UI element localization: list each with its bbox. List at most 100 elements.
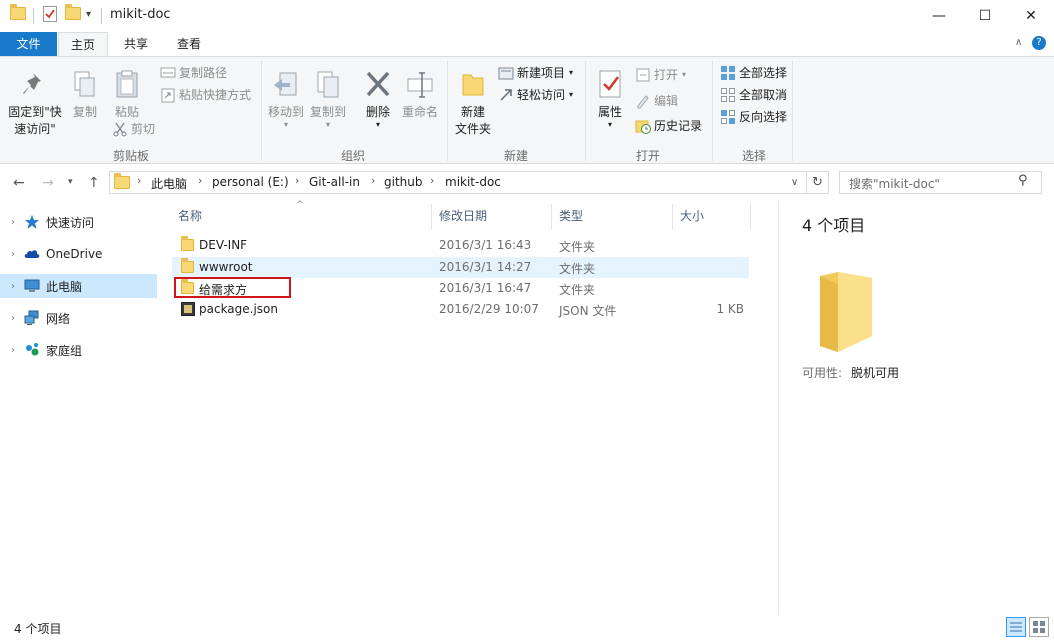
refresh-icon[interactable]: ↻ (807, 171, 829, 194)
file-type: 文件夹 (559, 240, 596, 254)
expand-chevron-icon[interactable]: › (4, 313, 22, 324)
large-icons-view-icon[interactable] (1029, 617, 1049, 637)
new-item-button[interactable]: 新建项目 ▾ (498, 63, 573, 83)
details-view-icon[interactable] (1006, 617, 1026, 637)
file-modified: 2016/3/1 14:27 (439, 260, 532, 274)
copy-path-icon (160, 65, 176, 81)
search-placeholder: 搜索"mikit-doc" (849, 177, 940, 191)
file-row-package-json[interactable]: package.json 2016/2/29 10:07 JSON 文件 1 K… (172, 299, 749, 320)
properties-button[interactable]: 属性 ▾ (592, 69, 628, 129)
file-modified: 2016/3/1 16:43 (439, 238, 532, 252)
organize-group-label: 组织 (340, 149, 365, 163)
scissors-icon (112, 121, 128, 137)
copy-button[interactable]: 复制 (68, 69, 102, 121)
address-bar[interactable]: › 此电脑 › personal (E:) › Git-all-in › git… (109, 171, 807, 194)
file-type: 文件夹 (559, 283, 596, 297)
pin-label-1: 固定到"快 (8, 105, 62, 119)
search-input[interactable]: 搜索"mikit-doc" ⚲ (839, 171, 1042, 194)
column-header-size[interactable]: 大小 (673, 204, 751, 230)
search-icon[interactable]: ⚲ (1018, 173, 1028, 188)
sidebar-item-quick-access[interactable]: › 快速访问 (0, 210, 157, 234)
tab-home[interactable]: 主页 (58, 32, 109, 57)
recent-locations-icon[interactable]: ▾ (68, 177, 73, 187)
column-header-name[interactable]: 名称 (171, 204, 432, 230)
sidebar-item-this-pc[interactable]: › 此电脑 (0, 274, 157, 298)
sidebar-item-homegroup[interactable]: › 家庭组 (0, 338, 157, 362)
new-folder-label-2: 文件夹 (454, 122, 491, 136)
window-title: mikit-doc (110, 7, 171, 22)
sidebar-item-label: 网络 (46, 311, 71, 326)
expand-chevron-icon[interactable]: › (4, 249, 22, 260)
computer-icon (24, 278, 40, 294)
back-arrow-icon[interactable]: ← (13, 175, 25, 191)
breadcrumb-github[interactable]: github (384, 175, 422, 189)
new-folder-quick-icon[interactable] (65, 4, 81, 23)
expand-chevron-icon[interactable]: › (4, 345, 22, 356)
tab-share[interactable]: 共享 (112, 32, 160, 56)
up-arrow-icon[interactable]: ↑ (88, 175, 100, 191)
tab-file[interactable]: 文件 (0, 32, 57, 56)
new-folder-label-1: 新建 (460, 105, 485, 119)
invert-selection-label: 反向选择 (739, 110, 788, 124)
paste-button[interactable]: 粘贴 (110, 69, 144, 121)
select-all-button[interactable]: 全部选择 (720, 63, 787, 83)
properties-quick-icon[interactable] (43, 6, 57, 22)
sidebar-item-network[interactable]: › 网络 (0, 306, 157, 330)
close-button[interactable]: ✕ (1008, 0, 1054, 31)
edit-button[interactable]: 编辑 (635, 91, 678, 111)
expand-chevron-icon[interactable]: › (4, 281, 22, 292)
file-row-wwwroot[interactable]: wwwroot 2016/3/1 14:27 文件夹 (172, 257, 749, 278)
invert-selection-button[interactable]: 反向选择 (720, 107, 787, 127)
history-button[interactable]: 历史记录 (635, 116, 702, 136)
select-none-button[interactable]: 全部取消 (720, 85, 787, 105)
select-group-label: 选择 (741, 149, 766, 163)
ribbon: 固定到"快 速访问" 复制 粘贴 复制路径 粘贴快捷方式 剪切 剪贴板 移动到 … (0, 56, 1054, 164)
copy-path-button[interactable]: 复制路径 (160, 63, 227, 83)
easy-access-label: 轻松访问 (517, 88, 566, 102)
select-all-label: 全部选择 (739, 66, 788, 80)
customize-quick-access-icon[interactable]: ▾ (86, 9, 91, 20)
breadcrumb-current[interactable]: mikit-doc (445, 175, 501, 189)
sidebar-item-label: 快速访问 (46, 215, 95, 230)
file-row-dev-inf[interactable]: DEV-INF 2016/3/1 16:43 文件夹 (172, 235, 749, 256)
address-dropdown-icon[interactable]: ∨ (791, 177, 798, 188)
expand-chevron-icon[interactable]: › (4, 217, 22, 228)
status-bar: 4 个项目 (0, 614, 1054, 640)
open-button[interactable]: 打开 ▾ (635, 65, 686, 85)
status-item-count: 4 个项目 (14, 622, 62, 636)
forward-arrow-icon[interactable]: → (42, 175, 54, 191)
tab-view[interactable]: 查看 (165, 32, 213, 56)
help-icon[interactable]: ? (1032, 36, 1046, 50)
folder-icon (181, 258, 194, 276)
column-header-modified[interactable]: 修改日期 (432, 204, 552, 230)
delete-button[interactable]: 删除 ▾ (360, 69, 396, 129)
rename-button[interactable]: 重命名 (400, 69, 440, 121)
cloud-icon (24, 246, 40, 262)
new-folder-button[interactable]: 新建 文件夹 (452, 69, 494, 138)
sidebar-item-onedrive[interactable]: › OneDrive (0, 242, 157, 266)
breadcrumb-drive[interactable]: personal (E:) (212, 175, 289, 189)
file-name: wwwroot (199, 260, 253, 274)
breadcrumb-git-all-in[interactable]: Git-all-in (309, 175, 360, 189)
star-icon (24, 214, 40, 230)
paste-shortcut-button[interactable]: 粘贴快捷方式 (160, 85, 251, 105)
edit-icon (635, 93, 651, 109)
new-group-label: 新建 (503, 149, 528, 163)
sidebar-item-label: OneDrive (46, 247, 103, 261)
file-modified: 2016/2/29 10:07 (439, 302, 539, 316)
pin-to-quick-access-button[interactable]: 固定到"快 速访问" (6, 69, 64, 138)
column-header-type[interactable]: 类型 (552, 204, 673, 230)
open-icon (635, 67, 651, 83)
copy-to-button[interactable]: 复制到 ▾ (308, 69, 348, 129)
minimize-button[interactable]: — (916, 0, 962, 31)
copy-to-label: 复制到 (309, 105, 346, 119)
easy-access-button[interactable]: 轻松访问 ▾ (498, 85, 573, 105)
breadcrumb-this-pc[interactable]: 此电脑 (151, 175, 187, 192)
availability-label: 可用性: (802, 366, 843, 380)
maximize-button[interactable]: ☐ (962, 0, 1008, 31)
move-to-button[interactable]: 移动到 ▾ (266, 69, 306, 129)
cut-button[interactable]: 剪切 (112, 119, 155, 139)
collapse-ribbon-icon[interactable]: ∧ (1015, 37, 1022, 48)
file-list-header: ^ 名称 修改日期 类型 大小 (171, 200, 751, 230)
select-none-label: 全部取消 (739, 88, 788, 102)
